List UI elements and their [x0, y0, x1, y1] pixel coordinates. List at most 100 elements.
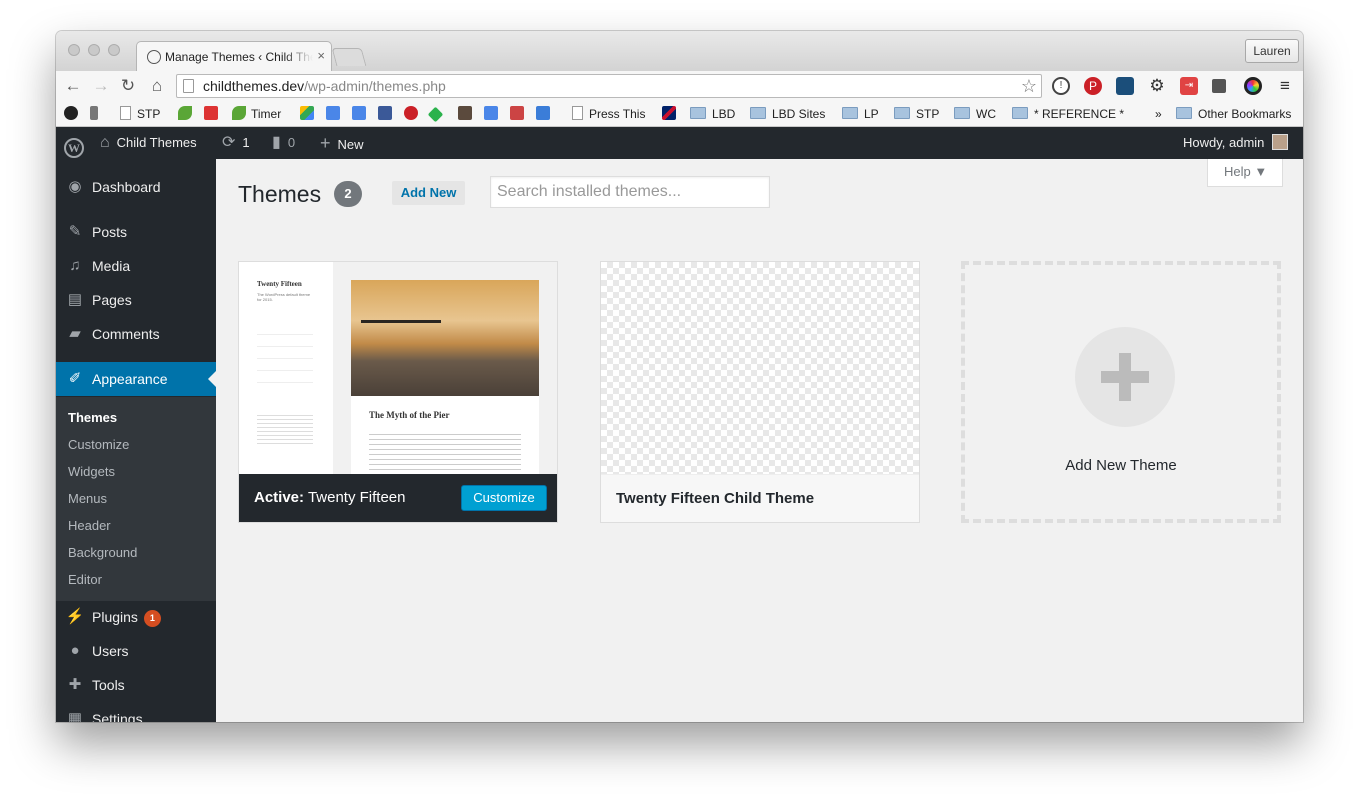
menu-plugins[interactable]: ⚡ Plugins 1 — [56, 600, 216, 634]
bookmark-google-icon-1[interactable] — [326, 106, 345, 122]
bookmark-icon-2[interactable] — [90, 106, 103, 122]
theme-screenshot-placeholder[interactable] — [601, 262, 919, 474]
menu-posts[interactable]: ✎ Posts — [56, 215, 216, 249]
plus-icon — [1075, 327, 1175, 427]
bookmarks-overflow[interactable]: » — [1155, 106, 1162, 122]
copy-icon[interactable] — [1212, 79, 1226, 93]
bookmark-star-icon[interactable]: ☆ — [1021, 75, 1037, 97]
bookmark-icon-3[interactable] — [204, 106, 223, 122]
minimize-window-button[interactable] — [88, 44, 100, 56]
comments-link[interactable]: ▮ 0 — [272, 127, 295, 159]
exit-icon[interactable]: ⇥ — [1180, 77, 1198, 95]
appearance-submenu: Themes Customize Widgets Menus Header Ba… — [56, 397, 216, 601]
wrench-icon: ✚ — [68, 676, 82, 693]
gear-icon[interactable]: ⚙ — [1148, 77, 1166, 95]
bookmark-instagram-icon[interactable] — [458, 106, 477, 122]
active-theme-bar: Active: Twenty Fifteen Customize — [239, 474, 557, 522]
site-name-link[interactable]: ⌂ Child Themes — [100, 127, 197, 159]
wordpress-logo-icon[interactable]: W — [64, 127, 84, 159]
bookmark-icon-1[interactable] — [64, 106, 83, 122]
add-new-button[interactable]: Add New — [392, 181, 465, 205]
bookmark-folder-stp[interactable]: STP — [894, 106, 939, 122]
bookmark-mail-icon[interactable] — [536, 106, 555, 122]
bookmark-drive-icon[interactable] — [300, 106, 319, 122]
back-icon[interactable]: ← — [63, 76, 83, 96]
active-label: Active: — [254, 489, 305, 506]
menu-dashboard[interactable]: ◉ Dashboard — [56, 170, 216, 204]
avatar — [1272, 134, 1289, 150]
bookmark-folder-lbd[interactable]: LBD — [690, 106, 735, 122]
bookmark-pinterest-icon[interactable] — [404, 106, 423, 122]
themes-page: Themes 2 Add New Search installed themes… — [216, 159, 1303, 722]
submenu-widgets[interactable]: Widgets — [68, 463, 115, 481]
bookmark-google-icon-3[interactable] — [484, 106, 503, 122]
browser-toolbar: ← → ↻ ⌂ childthemes.dev/wp-admin/themes.… — [56, 71, 1303, 101]
my-account-link[interactable]: Howdy, admin — [1183, 127, 1289, 159]
home-icon: ⌂ — [100, 134, 110, 151]
bookmark-flag-icon[interactable] — [662, 106, 681, 122]
menu-media[interactable]: ♫ Media — [56, 249, 216, 283]
preview-sidebar: Twenty Fifteen The WordPress default the… — [239, 262, 333, 474]
reload-icon[interactable]: ↻ — [118, 76, 138, 96]
profile-button[interactable]: Lauren — [1245, 39, 1299, 63]
updates-link[interactable]: ⟳ 1 — [222, 127, 250, 159]
close-window-button[interactable] — [68, 44, 80, 56]
bookmark-feedly-icon[interactable] — [427, 106, 446, 123]
submenu-header[interactable]: Header — [68, 517, 111, 535]
bookmark-google-icon-2[interactable] — [352, 106, 371, 122]
submenu-customize[interactable]: Customize — [68, 436, 129, 454]
help-tab-button[interactable]: Help ▼ — [1207, 159, 1283, 187]
browser-tab[interactable]: Manage Themes ‹ Child Themes — WordPress… — [136, 41, 332, 71]
submenu-background[interactable]: Background — [68, 544, 137, 562]
bookmark-folder-lbd-sites[interactable]: LBD Sites — [750, 106, 825, 122]
bookmark-press-this[interactable]: Press This — [572, 106, 645, 122]
pinterest-icon[interactable]: P — [1084, 77, 1102, 95]
bookmark-folder-wc[interactable]: WC — [954, 106, 996, 122]
bookmark-leaf-icon[interactable] — [178, 106, 197, 122]
menu-users[interactable]: ● Users — [56, 634, 216, 668]
address-bar[interactable]: childthemes.dev/wp-admin/themes.php ☆ — [176, 74, 1042, 98]
other-bookmarks[interactable]: Other Bookmarks — [1176, 106, 1291, 122]
menu-settings[interactable]: ▦ Settings — [56, 702, 216, 722]
forward-icon[interactable]: → — [91, 76, 111, 96]
bookmark-icon-4[interactable] — [510, 106, 529, 122]
new-tab-button[interactable] — [331, 48, 367, 66]
theme-screenshot[interactable]: Twenty Fifteen The WordPress default the… — [239, 262, 557, 474]
add-new-theme-card[interactable]: Add New Theme — [961, 261, 1281, 523]
preview-post-title: The Myth of the Pier — [369, 410, 450, 420]
new-content-link[interactable]: + New — [320, 127, 364, 159]
zoom-window-button[interactable] — [108, 44, 120, 56]
theme-card-twenty-fifteen[interactable]: Twenty Fifteen The WordPress default the… — [238, 261, 558, 523]
submenu-menus[interactable]: Menus — [68, 490, 107, 508]
info-icon[interactable]: ! — [1052, 77, 1070, 95]
theme-card-twenty-fifteen-child[interactable]: Twenty Fifteen Child Theme — [600, 261, 920, 523]
menu-appearance[interactable]: ✐ Appearance — [56, 362, 216, 396]
home-icon[interactable]: ⌂ — [147, 76, 167, 96]
theme-name: Twenty Fifteen Child Theme — [601, 474, 919, 522]
menu-pages[interactable]: ▤ Pages — [56, 283, 216, 317]
page-icon — [572, 106, 583, 120]
folder-icon — [750, 107, 766, 119]
search-themes-input[interactable]: Search installed themes... — [490, 176, 770, 208]
submenu-themes[interactable]: Themes — [68, 409, 117, 427]
user-icon: ● — [70, 642, 80, 659]
tab-close-icon[interactable]: × — [317, 48, 325, 63]
color-wheel-icon[interactable] — [1244, 77, 1262, 95]
tab-strip: Manage Themes ‹ Child Themes — WordPress… — [56, 31, 1303, 71]
screenshot-icon[interactable] — [1116, 77, 1134, 95]
menu-icon[interactable]: ≡ — [1275, 76, 1295, 96]
pin-icon: ✎ — [68, 223, 82, 240]
submenu-editor[interactable]: Editor — [68, 571, 102, 589]
folder-icon — [842, 107, 858, 119]
bookmark-folder-reference[interactable]: * REFERENCE * — [1012, 106, 1124, 122]
add-new-theme-label: Add New Theme — [1065, 457, 1177, 474]
bookmark-timer[interactable]: Timer — [232, 106, 281, 122]
menu-tools[interactable]: ✚ Tools — [56, 668, 216, 702]
menu-comments[interactable]: ▰ Comments — [56, 317, 216, 351]
customize-button[interactable]: Customize — [461, 485, 547, 511]
tab-title: Manage Themes ‹ Child Themes — WordPress — [165, 50, 313, 64]
page-title: Themes — [238, 181, 322, 207]
bookmark-stp[interactable]: STP — [120, 106, 160, 122]
bookmark-facebook-icon[interactable] — [378, 106, 397, 122]
bookmark-folder-lp[interactable]: LP — [842, 106, 879, 122]
